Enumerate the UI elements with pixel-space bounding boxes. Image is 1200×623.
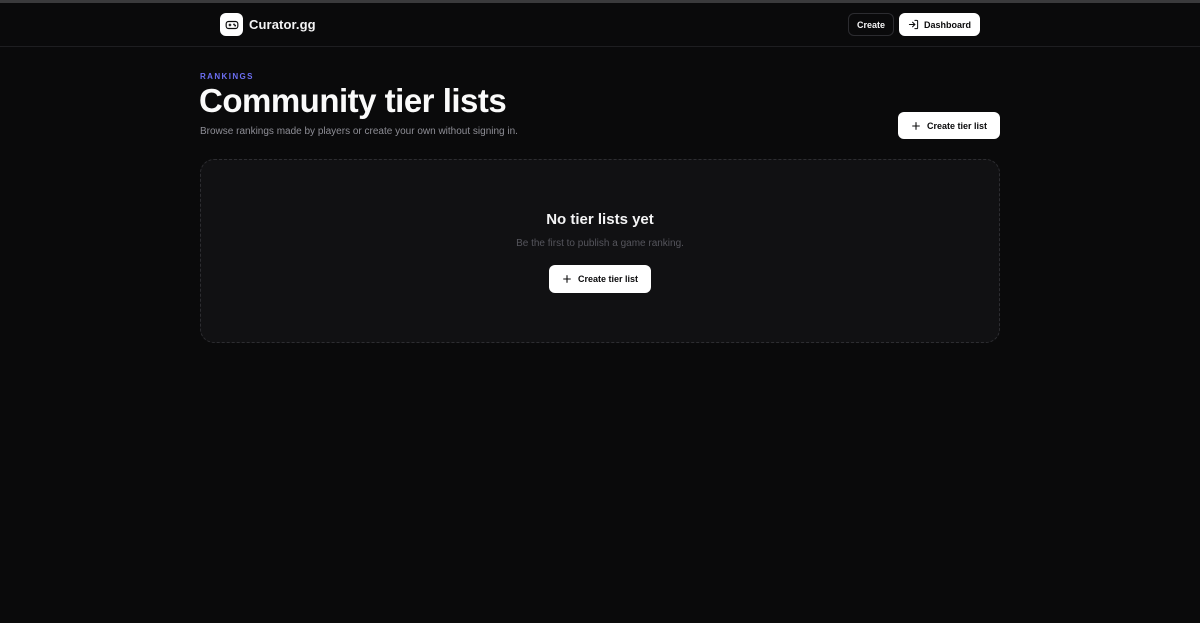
gamepad-icon bbox=[220, 13, 243, 36]
plus-icon bbox=[911, 121, 921, 131]
create-nav-label: Create bbox=[856, 19, 885, 30]
top-navbar: Curator.gg Create Dashboard bbox=[0, 3, 1200, 47]
empty-create-tier-list-label: Create tier list bbox=[577, 274, 639, 284]
create-nav-button[interactable]: Create bbox=[847, 13, 894, 36]
header-nav: Create Dashboard bbox=[847, 13, 980, 36]
plus-icon bbox=[562, 274, 572, 284]
dashboard-button[interactable]: Dashboard bbox=[898, 13, 980, 36]
create-tier-list-label: Create tier list bbox=[926, 120, 987, 131]
section-eyebrow: RANKINGS bbox=[200, 72, 254, 81]
empty-state-actions: Create tier list bbox=[201, 265, 999, 293]
empty-create-tier-list-button[interactable]: Create tier list bbox=[548, 265, 652, 293]
sign-in-icon bbox=[908, 19, 919, 30]
empty-state-title: No tier lists yet bbox=[546, 211, 654, 228]
page-subtitle: Browse rankings made by players or creat… bbox=[200, 126, 518, 137]
empty-state-card: No tier lists yet Be the first to publis… bbox=[200, 159, 1000, 343]
brand-name: Curator.gg bbox=[249, 17, 316, 32]
create-tier-list-button[interactable]: Create tier list bbox=[897, 112, 1000, 139]
empty-state-text: Be the first to publish a game ranking. bbox=[516, 238, 684, 249]
brand-link[interactable]: Curator.gg bbox=[220, 13, 316, 36]
page-title: Community tier lists bbox=[199, 82, 507, 119]
dashboard-label: Dashboard bbox=[923, 19, 971, 30]
